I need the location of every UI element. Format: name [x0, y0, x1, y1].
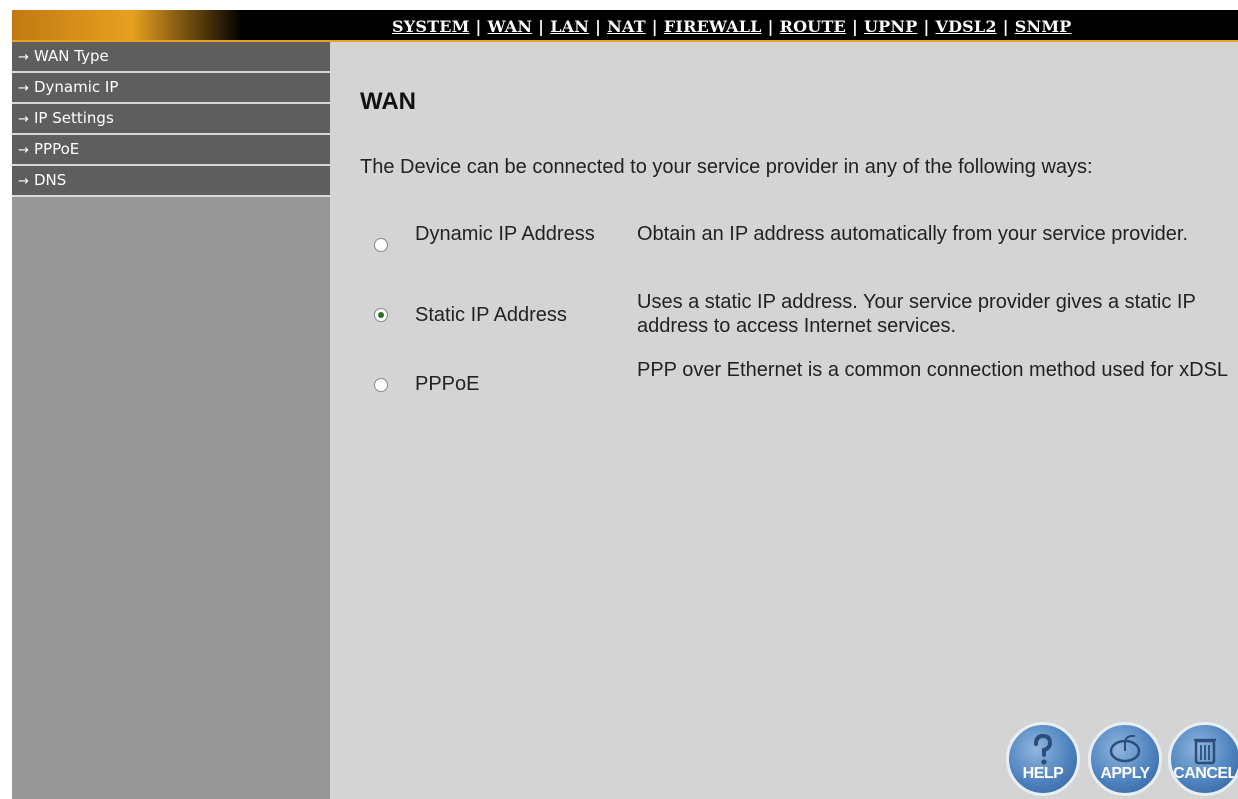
option-row-dynamic-ip: Dynamic IP Address Obtain an IP address …: [360, 220, 1238, 276]
apply-button-label: APPLY: [1100, 765, 1150, 782]
option-label: Dynamic IP Address: [415, 223, 595, 245]
nav-separator: |: [923, 17, 930, 36]
main-content: WAN The Device can be connected to your …: [330, 42, 1238, 799]
nav-separator: |: [595, 17, 602, 36]
intro-text: The Device can be connected to your serv…: [360, 156, 1093, 178]
sidebar-item-wan-type[interactable]: → WAN Type: [12, 42, 330, 73]
sidebar-item-label: IP Settings: [34, 109, 114, 127]
nav-link-upnp[interactable]: UPNP: [864, 17, 917, 36]
nav-separator: |: [1002, 17, 1009, 36]
question-icon: [1009, 733, 1077, 767]
sidebar-item-dns[interactable]: → DNS: [12, 166, 330, 197]
arrow-right-icon: →: [18, 50, 29, 65]
arrow-right-icon: →: [18, 81, 29, 96]
sidebar-item-label: PPPoE: [34, 140, 80, 158]
arrow-right-icon: →: [18, 174, 29, 189]
help-button-label: HELP: [1022, 765, 1064, 782]
radio-pppoe[interactable]: [374, 378, 388, 392]
option-label: Static IP Address: [415, 304, 567, 326]
option-description: Obtain an IP address automatically from …: [637, 223, 1188, 245]
page-title: WAN: [360, 88, 416, 115]
option-label: PPPoE: [415, 373, 480, 395]
cancel-button[interactable]: CANCEL: [1168, 722, 1238, 796]
apply-button[interactable]: APPLY: [1088, 722, 1162, 796]
top-navigation-bar: SYSTEM | WAN | LAN | NAT | FIREWALL | ROUTE | UPNP | V…: [12, 10, 1238, 42]
nav-link-nat[interactable]: NAT: [607, 17, 646, 36]
nav-link-firewall[interactable]: FIREWALL: [664, 17, 762, 36]
sidebar-item-pppoe[interactable]: → PPPoE: [12, 135, 330, 166]
radio-static-ip[interactable]: [374, 308, 388, 322]
help-button[interactable]: HELP: [1006, 722, 1080, 796]
nav-separator: |: [851, 17, 858, 36]
nav-link-route[interactable]: ROUTE: [780, 17, 846, 36]
radio-dynamic-ip[interactable]: [374, 238, 388, 252]
sidebar-item-label: Dynamic IP: [34, 78, 119, 96]
arrow-right-icon: →: [18, 112, 29, 127]
trash-icon: [1171, 733, 1238, 767]
nav-link-lan[interactable]: LAN: [550, 17, 589, 36]
nav-link-wan[interactable]: WAN: [488, 17, 533, 36]
nav-separator: |: [651, 17, 658, 36]
nav-separator: |: [538, 17, 545, 36]
sidebar-item-ip-settings[interactable]: → IP Settings: [12, 104, 330, 135]
option-description: PPP over Ethernet is a common connection…: [637, 359, 1229, 381]
option-row-pppoe: PPPoE PPP over Ethernet is a common conn…: [360, 356, 1238, 412]
sidebar-item-label: WAN Type: [34, 47, 109, 65]
router-wan-page: SYSTEM | WAN | LAN | NAT | FIREWALL | ROUTE | UPNP | V…: [0, 0, 1238, 799]
mouse-icon: [1091, 733, 1159, 767]
top-navigation-links: SYSTEM | WAN | LAN | NAT | FIREWALL | ROUTE | UPNP | V…: [392, 17, 1071, 39]
nav-separator: |: [475, 17, 482, 36]
sidebar: → WAN Type → Dynamic IP → IP Settings → PPPo…: [12, 42, 330, 799]
sidebar-item-label: DNS: [34, 171, 67, 189]
sidebar-item-dynamic-ip[interactable]: → Dynamic IP: [12, 73, 330, 104]
arrow-right-icon: →: [18, 143, 29, 158]
option-row-static-ip: Static IP Address Uses a static IP addre…: [360, 288, 1238, 344]
nav-link-vdsl2[interactable]: VDSL2: [935, 17, 996, 36]
nav-link-system[interactable]: SYSTEM: [392, 17, 470, 36]
nav-separator: |: [767, 17, 774, 36]
option-description: Uses a static IP address. Your service p…: [637, 291, 1196, 337]
nav-link-snmp[interactable]: SNMP: [1015, 17, 1072, 36]
cancel-button-label: CANCEL: [1173, 765, 1237, 782]
